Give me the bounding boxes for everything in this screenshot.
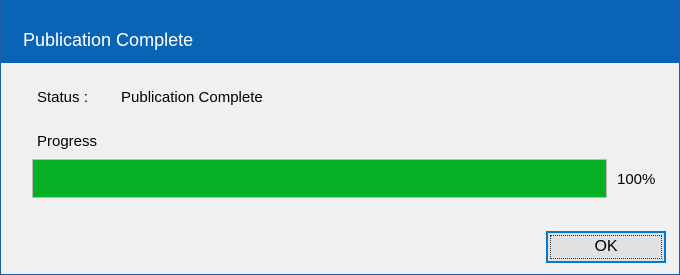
window-title: Publication Complete bbox=[23, 30, 194, 50]
status-value: Publication Complete bbox=[121, 89, 263, 106]
status-label: Status : bbox=[37, 89, 88, 106]
progress-bar-fill bbox=[33, 160, 606, 197]
title-bar[interactable]: Publication Complete bbox=[1, 0, 679, 63]
ok-button-label: OK bbox=[594, 238, 618, 255]
dialog-body: Status : Publication Complete Progress 1… bbox=[1, 63, 679, 274]
progress-label: Progress bbox=[37, 133, 98, 150]
progress-bar bbox=[32, 159, 607, 198]
progress-percent-text: 100% bbox=[617, 171, 656, 188]
ok-button[interactable]: OK bbox=[546, 231, 666, 263]
publication-complete-dialog: Publication Complete Status : Publicatio… bbox=[0, 0, 680, 275]
